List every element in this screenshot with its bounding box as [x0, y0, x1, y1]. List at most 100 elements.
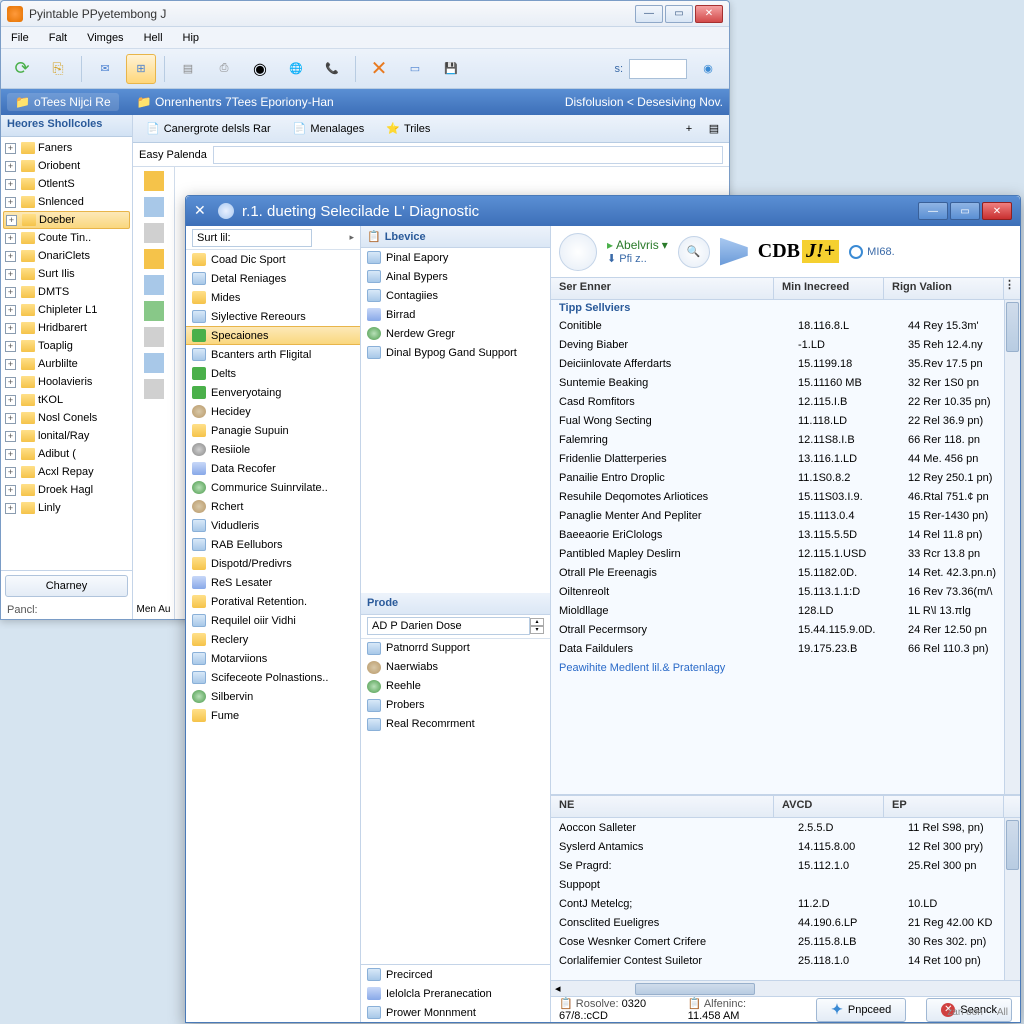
tb-window-icon[interactable]: ⊞: [126, 54, 156, 84]
diag-titlebar[interactable]: ✕ r.1. dueting Selecilade L' Diagnostic …: [186, 196, 1020, 226]
tree-toggle-icon[interactable]: +: [5, 395, 16, 406]
list-item[interactable]: Probers: [361, 696, 550, 715]
list-item[interactable]: Nerdew Gregr: [361, 324, 550, 343]
sub-label[interactable]: ⬇ Pfi z..: [607, 252, 668, 265]
list-item[interactable]: Detal Reniages: [186, 269, 360, 288]
table-row[interactable]: Oiltenreolt15.113.1.1:D16 Rev 73.36(m/\: [551, 582, 1020, 601]
avatar-circle[interactable]: [559, 233, 597, 271]
tb-help-icon[interactable]: ◉: [693, 54, 723, 84]
tb-globe-icon[interactable]: 🌐: [281, 54, 311, 84]
mini-icon[interactable]: [144, 197, 164, 217]
mini-icon[interactable]: [144, 171, 164, 191]
tb-color-icon[interactable]: ◉: [245, 54, 275, 84]
tree-toggle-icon[interactable]: +: [5, 413, 16, 424]
list-item[interactable]: Prower Monnment: [361, 1003, 550, 1022]
grid1-col3[interactable]: Rign Valion: [884, 278, 1004, 299]
tree-toggle-icon[interactable]: +: [5, 197, 16, 208]
list-item[interactable]: Pinal Eapory: [361, 248, 550, 267]
tb-card-icon[interactable]: ▭: [400, 54, 430, 84]
diag-close-button[interactable]: ✕: [982, 202, 1012, 220]
table-row[interactable]: Deving Biaber-1.LD35 Reh 12.4.ny: [551, 335, 1020, 354]
menu-file[interactable]: File: [7, 30, 33, 46]
list-item[interactable]: Motarviions: [186, 649, 360, 668]
tb-refresh-icon[interactable]: ⟳: [7, 54, 37, 84]
table-row[interactable]: Data Faildulers19.175.23.B66 Rel 110.3 p…: [551, 639, 1020, 658]
list-item[interactable]: Specaiones: [186, 326, 360, 345]
back-icon[interactable]: ✕: [194, 202, 212, 220]
main-titlebar[interactable]: Pyintable PPyetembong J — ▭ ✕: [1, 1, 729, 27]
list-item[interactable]: Patnorrd Support: [361, 639, 550, 658]
tree-toggle-icon[interactable]: +: [5, 503, 16, 514]
sidebar-item[interactable]: +Coute Tin..: [3, 229, 130, 247]
list-item[interactable]: ReS Lesater: [186, 573, 360, 592]
list-item[interactable]: Contagiies: [361, 286, 550, 305]
diag-maximize-button[interactable]: ▭: [950, 202, 980, 220]
spinner[interactable]: ▴▾: [530, 618, 544, 634]
grid2-col3[interactable]: EP: [884, 796, 1004, 817]
list-item[interactable]: Coad Dic Sport: [186, 250, 360, 269]
mi68-badge[interactable]: MI68.: [849, 245, 895, 259]
table-row[interactable]: Fual Wong Secting11.118.LD22 Rel 36.9 pn…: [551, 411, 1020, 430]
tree-toggle-icon[interactable]: +: [5, 467, 16, 478]
list-item[interactable]: Mides: [186, 288, 360, 307]
list-item[interactable]: Bcanters arth Fligital: [186, 345, 360, 364]
list-item[interactable]: Birrad: [361, 305, 550, 324]
list-item[interactable]: Ainal Bypers: [361, 267, 550, 286]
list-item[interactable]: Precirced: [361, 965, 550, 984]
table-row[interactable]: Aoccon Salleter2.5.5.D11 Rel S98, pn): [551, 818, 1020, 837]
list-item[interactable]: Commurice Suinrvilate..: [186, 478, 360, 497]
proceed-button[interactable]: ✦Pnpceed: [816, 998, 906, 1022]
search-icon[interactable]: 🔍: [678, 236, 710, 268]
tree-toggle-icon[interactable]: +: [5, 143, 16, 154]
table-row[interactable]: Pantibled Mapley Deslirn12.115.1.USD33 R…: [551, 544, 1020, 563]
diag-mid-list1[interactable]: Pinal EaporyAinal BypersContagiiesBirrad…: [361, 248, 550, 362]
table-row[interactable]: Otrall Pecermsory15.44.115.9.0D.24 Rer 1…: [551, 620, 1020, 639]
sidebar-footer-button[interactable]: Charney: [5, 575, 128, 597]
mini-icon[interactable]: [144, 249, 164, 269]
sidebar-item[interactable]: +Doeber: [3, 211, 130, 229]
tree-toggle-icon[interactable]: +: [5, 359, 16, 370]
sidebar-item[interactable]: +Surt Ilis: [3, 265, 130, 283]
tree-toggle-icon[interactable]: +: [5, 305, 16, 316]
sidebar-item[interactable]: +DMTS: [3, 283, 130, 301]
prode-input[interactable]: [367, 617, 530, 635]
diag-mid-list3[interactable]: PrecircedIelolcla PreranecationPrower Mo…: [361, 965, 550, 1022]
table-row[interactable]: Corlalifemier Contest Suiletor25.118.1.0…: [551, 951, 1020, 970]
list-item[interactable]: Vidudleris: [186, 516, 360, 535]
grid2-body[interactable]: Aoccon Salleter2.5.5.D11 Rel S98, pn)Sys…: [551, 818, 1020, 980]
tree-toggle-icon[interactable]: +: [5, 287, 16, 298]
sidebar-tree[interactable]: +Faners+Oriobent+OtlentS+Snlenced+Doeber…: [1, 137, 132, 570]
list-item[interactable]: Delts: [186, 364, 360, 383]
abelvris-link[interactable]: Abelvris ▾: [607, 238, 668, 252]
list-item[interactable]: Rchert: [186, 497, 360, 516]
tab-panel-button[interactable]: ▤: [703, 118, 725, 140]
sidebar-item[interactable]: +OnariClets: [3, 247, 130, 265]
tb-search-input[interactable]: [629, 59, 687, 79]
list-item[interactable]: Requilel oiir Vidhi: [186, 611, 360, 630]
list-item[interactable]: RAB Eellubors: [186, 535, 360, 554]
tb-print-icon[interactable]: ⎙: [209, 54, 239, 84]
grid1-col-menu[interactable]: ⋮: [1004, 278, 1020, 299]
sidebar-item[interactable]: +Adibut (: [3, 445, 130, 463]
sidebar-item[interactable]: +Chipleter L1: [3, 301, 130, 319]
list-item[interactable]: Scifeceote Polnastions..: [186, 668, 360, 687]
sidebar-item[interactable]: +Droek Hagl: [3, 481, 130, 499]
mail-icon[interactable]: [720, 238, 748, 266]
tree-toggle-icon[interactable]: +: [5, 161, 16, 172]
table-row[interactable]: Se Pragrd:15.112.1.025.Rel 300 pn: [551, 856, 1020, 875]
tree-toggle-icon[interactable]: +: [5, 251, 16, 262]
vscrollbar[interactable]: [1004, 818, 1020, 980]
diag-left-list[interactable]: Coad Dic SportDetal ReniagesMidesSiylect…: [186, 250, 360, 1022]
table-row[interactable]: Casd Romfitors12.115.I.B22 Rer 10.35 pn): [551, 392, 1020, 411]
grid2-col1[interactable]: NE: [551, 796, 774, 817]
table-row[interactable]: Panailie Entro Droplic11.1S0.8.212 Rey 2…: [551, 468, 1020, 487]
minimize-button[interactable]: —: [635, 5, 663, 23]
list-item[interactable]: Eenveryotaing: [186, 383, 360, 402]
tree-toggle-icon[interactable]: +: [5, 449, 16, 460]
sidebar-item[interactable]: +OtlentS: [3, 175, 130, 193]
vscrollbar[interactable]: [1004, 300, 1020, 794]
mini-icon[interactable]: [144, 301, 164, 321]
tree-toggle-icon[interactable]: +: [5, 341, 16, 352]
table-row[interactable]: Mioldllage128.LD1L R\l 13.πlg: [551, 601, 1020, 620]
table-row[interactable]: Conitible18.116.8.L44 Rey 15.3m': [551, 316, 1020, 335]
